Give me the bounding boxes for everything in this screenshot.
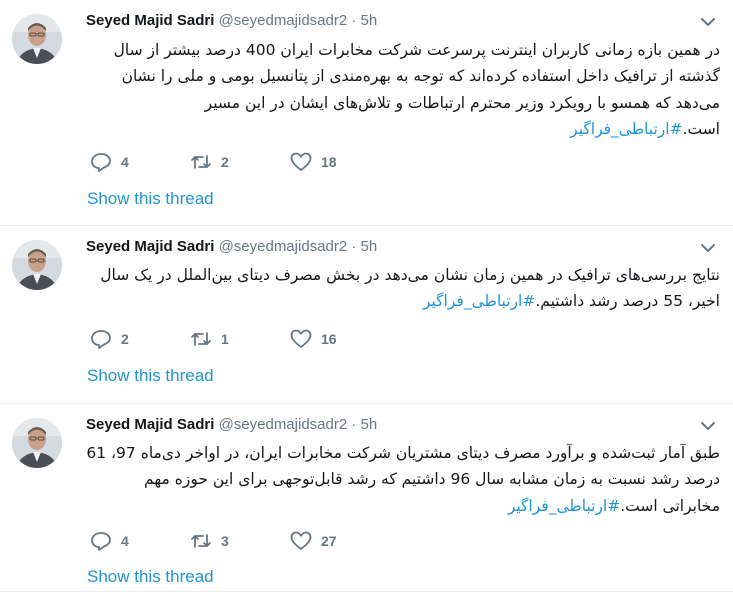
reply-count: 4 xyxy=(121,533,129,549)
hashtag-link[interactable]: #ارتباطی_فراگیر xyxy=(508,497,620,515)
show-thread-link[interactable]: Show this thread xyxy=(87,366,214,386)
tweet-timestamp[interactable]: 5h xyxy=(361,416,378,433)
retweet-button[interactable]: 1 xyxy=(190,329,290,349)
tweet-text: طبق آمار ثبت‌شده و برآورد مصرف دیتای مشت… xyxy=(86,440,720,519)
reply-button[interactable]: 4 xyxy=(90,152,190,172)
author-handle[interactable]: @seyedmajidsadr2 xyxy=(219,238,348,255)
retweet-button[interactable]: 3 xyxy=(190,531,290,551)
reply-button[interactable]: 2 xyxy=(90,329,190,349)
author-name[interactable]: Seyed Majid Sadri xyxy=(86,238,214,255)
show-thread-link[interactable]: Show this thread xyxy=(87,189,214,209)
heart-icon xyxy=(290,329,312,348)
heart-icon xyxy=(290,152,312,171)
tweet-actions: 4 2 18 xyxy=(90,152,390,172)
chevron-down-icon[interactable] xyxy=(699,15,717,29)
show-thread-link[interactable]: Show this thread xyxy=(87,567,214,587)
author-handle[interactable]: @seyedmajidsadr2 xyxy=(219,12,348,29)
tweet-header: Seyed Majid Sadri @seyedmajidsadr2 · 5h xyxy=(86,237,377,257)
chevron-down-icon[interactable] xyxy=(699,419,717,433)
avatar[interactable] xyxy=(12,14,62,64)
profile-photo xyxy=(12,240,62,290)
tweet[interactable]: Seyed Majid Sadri @seyedmajidsadr2 · 5h … xyxy=(0,404,733,592)
retweet-count: 2 xyxy=(221,154,229,170)
reply-icon xyxy=(91,330,111,349)
author-name[interactable]: Seyed Majid Sadri xyxy=(86,416,214,433)
profile-photo xyxy=(12,418,62,468)
tweet-header: Seyed Majid Sadri @seyedmajidsadr2 · 5h xyxy=(86,11,377,31)
reply-count: 4 xyxy=(121,154,129,170)
like-count: 27 xyxy=(321,533,337,549)
reply-count: 2 xyxy=(121,331,129,347)
author-name[interactable]: Seyed Majid Sadri xyxy=(86,12,214,29)
tweet-text: در همین بازه زمانی کاربران اینترنت پرسرع… xyxy=(86,37,720,143)
separator-dot: · xyxy=(351,238,357,255)
profile-photo xyxy=(12,14,62,64)
tweet-header: Seyed Majid Sadri @seyedmajidsadr2 · 5h xyxy=(86,415,377,435)
tweet[interactable]: Seyed Majid Sadri @seyedmajidsadr2 · 5h … xyxy=(0,0,733,226)
tweet-actions: 4 3 27 xyxy=(90,531,390,551)
tweet-body: نتایج بررسی‌های ترافیک در همین زمان نشان… xyxy=(100,266,720,311)
reply-button[interactable]: 4 xyxy=(90,531,190,551)
like-button[interactable]: 27 xyxy=(290,531,390,551)
hashtag-link[interactable]: #ارتباطی_فراگیر xyxy=(570,120,682,138)
retweet-count: 1 xyxy=(221,331,229,347)
separator-dot: · xyxy=(351,12,357,29)
retweet-button[interactable]: 2 xyxy=(190,152,290,172)
author-handle[interactable]: @seyedmajidsadr2 xyxy=(219,416,348,433)
retweet-count: 3 xyxy=(221,533,229,549)
reply-icon xyxy=(91,532,111,551)
tweet-text: نتایج بررسی‌های ترافیک در همین زمان نشان… xyxy=(86,262,720,315)
retweet-icon xyxy=(191,155,211,169)
reply-icon xyxy=(91,153,111,172)
tweet-timeline: Seyed Majid Sadri @seyedmajidsadr2 · 5h … xyxy=(0,0,733,592)
separator-dot: · xyxy=(351,416,357,433)
tweet-actions: 2 1 16 xyxy=(90,329,390,349)
like-button[interactable]: 18 xyxy=(290,152,390,172)
hashtag-link[interactable]: #ارتباطی_فراگیر xyxy=(423,292,535,310)
tweet-timestamp[interactable]: 5h xyxy=(361,12,378,29)
avatar[interactable] xyxy=(12,418,62,468)
tweet-timestamp[interactable]: 5h xyxy=(361,238,378,255)
retweet-icon xyxy=(191,332,211,346)
tweet-body: طبق آمار ثبت‌شده و برآورد مصرف دیتای مشت… xyxy=(86,444,720,515)
retweet-icon xyxy=(191,534,211,548)
tweet[interactable]: Seyed Majid Sadri @seyedmajidsadr2 · 5h … xyxy=(0,226,733,404)
heart-icon xyxy=(290,531,312,550)
chevron-down-icon[interactable] xyxy=(699,241,717,255)
avatar[interactable] xyxy=(12,240,62,290)
like-count: 16 xyxy=(321,331,337,347)
like-button[interactable]: 16 xyxy=(290,329,390,349)
like-count: 18 xyxy=(321,154,337,170)
